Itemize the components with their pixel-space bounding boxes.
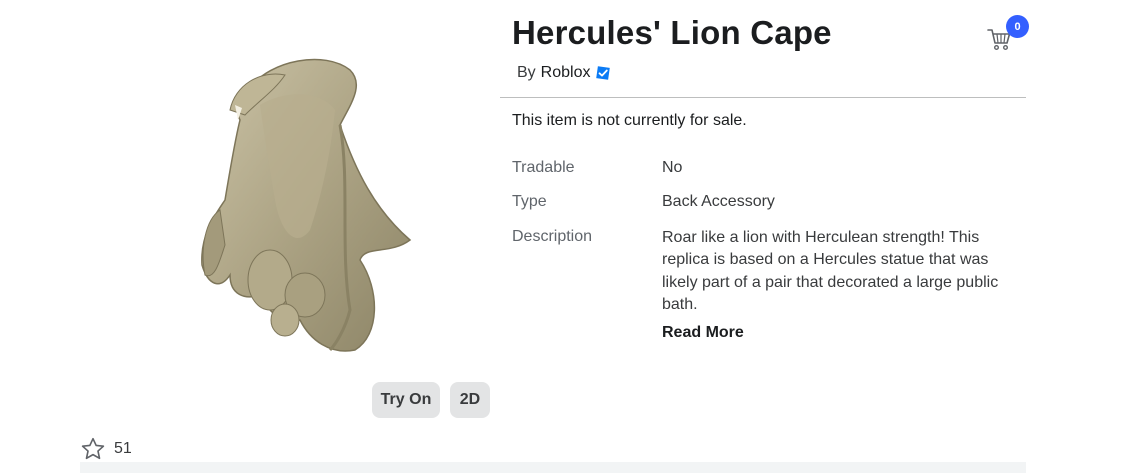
type-label: Type bbox=[512, 193, 547, 210]
item-title: Hercules' Lion Cape bbox=[512, 14, 832, 51]
tradable-value: No bbox=[662, 159, 683, 176]
item-thumbnail bbox=[190, 50, 420, 360]
lion-cape-image bbox=[201, 58, 412, 352]
cart-count-badge: 0 bbox=[1006, 15, 1029, 38]
toggle-2d-button[interactable]: 2D bbox=[450, 382, 490, 418]
header-divider bbox=[500, 97, 1026, 98]
sale-status-text: This item is not currently for sale. bbox=[512, 112, 747, 129]
creator-line: By Roblox bbox=[517, 64, 611, 82]
tradable-label: Tradable bbox=[512, 159, 575, 176]
section-divider-strip bbox=[80, 462, 1026, 473]
favorite-count: 51 bbox=[114, 440, 132, 457]
type-value: Back Accessory bbox=[662, 193, 775, 210]
verified-badge-icon bbox=[596, 66, 611, 80]
description-text: Roar like a lion with Herculean strength… bbox=[662, 229, 999, 313]
description-label: Description bbox=[512, 228, 593, 245]
star-outline-icon[interactable] bbox=[80, 436, 106, 462]
creator-link[interactable]: Roblox bbox=[541, 64, 591, 82]
by-label: By bbox=[517, 64, 536, 81]
try-on-button[interactable]: Try On bbox=[372, 382, 440, 418]
read-more-link[interactable]: Read More bbox=[662, 324, 744, 342]
favorite-control[interactable]: 51 bbox=[80, 436, 132, 462]
